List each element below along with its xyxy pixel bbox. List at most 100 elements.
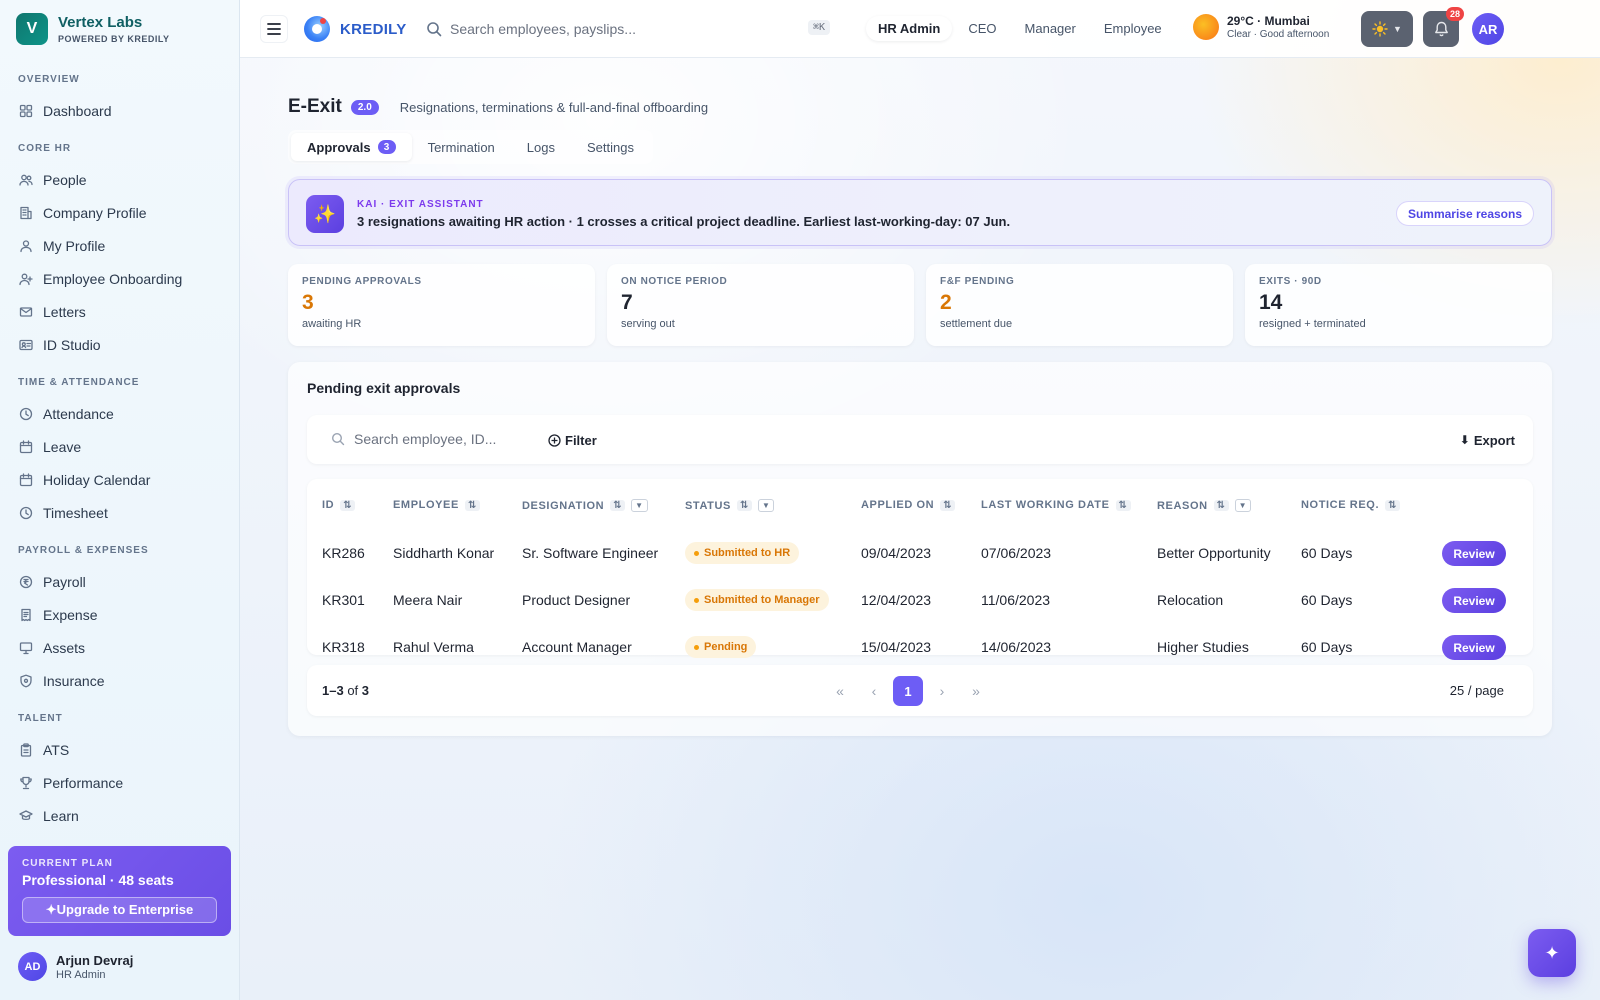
stat-value: 3 — [302, 291, 314, 314]
sidebar-item-holiday-calendar[interactable]: Holiday Calendar — [0, 463, 239, 496]
sidebar-item-label: My Profile — [43, 237, 106, 254]
nav-section-title: CORE HR — [18, 143, 72, 154]
plan-name: Professional · 48 seats — [22, 872, 174, 888]
sort-icon[interactable]: ⇅ — [340, 499, 356, 511]
building-icon — [20, 206, 32, 219]
sort-icon[interactable]: ⇅ — [940, 499, 956, 511]
avatar[interactable]: AR — [1472, 13, 1504, 45]
sidebar-item-id-studio[interactable]: ID Studio — [0, 328, 239, 361]
tab-settings[interactable]: Settings — [571, 133, 650, 161]
cell-applied: 12/04/2023 — [861, 592, 932, 608]
notifications-button[interactable]: 28 — [1423, 7, 1464, 47]
tab-label: Settings — [586, 139, 634, 155]
bell-icon — [1434, 21, 1448, 37]
sidebar-item-performance[interactable]: Performance — [0, 766, 239, 799]
column-header[interactable]: APPLIED ON ⇅ — [861, 499, 956, 511]
stat-subtext: settlement due — [940, 318, 1013, 330]
sidebar-item-ats[interactable]: ATS — [0, 733, 239, 766]
page-button[interactable]: 1 — [893, 676, 923, 706]
sort-icon[interactable]: ⇅ — [1115, 499, 1131, 511]
tab-logs[interactable]: Logs — [511, 133, 571, 161]
role-tab-manager[interactable]: Manager — [1013, 16, 1088, 41]
column-header[interactable]: EMPLOYEE ⇅ — [393, 499, 480, 511]
stat-value: 2 — [940, 291, 952, 314]
sort-icon[interactable]: ⇅ — [1213, 500, 1229, 511]
product-logo[interactable]: KREDILY — [304, 16, 407, 42]
column-filter-icon[interactable]: ▼ — [631, 499, 648, 512]
page-size-select[interactable]: 25 / page — [1450, 683, 1504, 698]
sidebar-item-attendance[interactable]: Attendance — [0, 397, 239, 430]
sort-icon[interactable]: ⇅ — [736, 500, 752, 511]
role-switcher: HR Admin CEO Manager Employee — [866, 16, 1178, 41]
theme-toggle-button[interactable]: ▼ — [1361, 11, 1413, 47]
sort-icon[interactable]: ⇅ — [1385, 499, 1401, 511]
column-header[interactable]: STATUS ⇅ ▼ — [685, 499, 775, 512]
review-button[interactable]: Review — [1442, 541, 1506, 566]
filter-button[interactable]: Filter — [548, 428, 597, 452]
role-tab-hr-admin[interactable]: HR Admin — [866, 16, 953, 41]
sidebar-item-payroll[interactable]: Payroll — [0, 565, 239, 598]
role-tab-ceo[interactable]: CEO — [956, 16, 1008, 41]
sidebar-item-my-profile[interactable]: My Profile — [0, 229, 239, 262]
brand-name: Vertex Labs — [58, 13, 143, 31]
sidebar-item-employee-onboarding[interactable]: Employee Onboarding — [0, 262, 239, 295]
brand[interactable]: V Vertex Labs POWERED BY KREDILY — [16, 13, 170, 45]
sidebar-item-label: Employee Onboarding — [43, 270, 183, 287]
next-page-button[interactable]: › — [927, 676, 957, 706]
tab-approvals[interactable]: Approvals 3 — [291, 133, 412, 161]
sidebar-item-insurance[interactable]: Insurance — [0, 664, 239, 697]
sort-icon[interactable]: ⇅ — [464, 499, 480, 511]
sidebar-item-learn[interactable]: Learn — [0, 799, 239, 832]
sidebar-item-pulse-xp[interactable]: Pulse & XP — [0, 832, 239, 837]
exit-approvals-card: Pending exit approvals Filter ⬇ Export I… — [288, 362, 1552, 736]
last-page-button[interactable]: » — [961, 676, 991, 706]
menu-toggle-button[interactable] — [260, 15, 288, 43]
export-button[interactable]: ⬇ Export — [1460, 428, 1515, 452]
sidebar-item-people[interactable]: People — [0, 163, 239, 196]
sidebar-item-expense[interactable]: Expense — [0, 598, 239, 631]
sidebar-item-leave[interactable]: Leave — [0, 430, 239, 463]
current-user[interactable]: AD Arjun Devraj HR Admin — [18, 952, 133, 981]
clock-icon — [19, 506, 33, 519]
table-search-input[interactable] — [354, 428, 534, 450]
sidebar-item-label: ID Studio — [43, 336, 101, 353]
upgrade-button[interactable]: ✦Upgrade to Enterprise — [22, 897, 217, 923]
clipboard-icon — [20, 742, 32, 757]
table-row[interactable]: KR301 Meera Nair Product Designer Submitted… — [307, 576, 1533, 624]
summarise-reasons-button[interactable]: Summarise reasons — [1395, 201, 1534, 226]
column-header[interactable]: ID ⇅ — [322, 499, 356, 511]
table-toolbar: Filter ⬇ Export — [307, 415, 1533, 464]
sidebar-item-company-profile[interactable]: Company Profile — [0, 196, 239, 229]
prev-page-button[interactable]: ‹ — [859, 676, 889, 706]
status-badge: Pending — [685, 636, 757, 658]
tab-termination[interactable]: Termination — [412, 133, 511, 161]
column-header[interactable]: REASON ⇅ ▼ — [1157, 499, 1252, 512]
sort-icon[interactable]: ⇅ — [610, 500, 626, 511]
review-button[interactable]: Review — [1442, 635, 1506, 660]
stat-card: EXITS · 90D 14 resigned + terminated — [1245, 264, 1552, 346]
ai-assistant-fab[interactable]: ✦ — [1528, 929, 1576, 977]
review-button[interactable]: Review — [1442, 588, 1506, 613]
table-row[interactable]: KR318 Rahul Verma Account Manager Pending 15… — [307, 623, 1533, 671]
column-header[interactable]: LAST WORKING DATE ⇅ — [981, 499, 1131, 511]
column-header[interactable]: DESIGNATION ⇅ ▼ — [522, 499, 648, 512]
sidebar-item-letters[interactable]: Letters — [0, 295, 239, 328]
first-page-button[interactable]: « — [825, 676, 855, 706]
table-row[interactable]: KR286 Siddharth Konar Sr. Software Enginee… — [307, 529, 1533, 577]
sidebar-item-timesheet[interactable]: Timesheet — [0, 496, 239, 529]
graduation-icon — [19, 809, 33, 820]
sidebar-item-label: Performance — [43, 774, 124, 791]
role-tab-employee[interactable]: Employee — [1092, 16, 1174, 41]
sidebar-item-assets[interactable]: Assets — [0, 631, 239, 664]
weather-widget: 29°C · Mumbai Clear · Good afternoon — [1193, 14, 1329, 40]
sun-icon — [1372, 21, 1388, 37]
range-text: 1–3 — [322, 683, 344, 698]
column-header[interactable]: NOTICE REQ. ⇅ — [1301, 499, 1401, 511]
cell-lwd: 14/06/2023 — [981, 639, 1052, 655]
column-filter-icon[interactable]: ▼ — [1234, 499, 1252, 512]
global-search-input[interactable] — [450, 21, 790, 37]
sidebar-item-dashboard[interactable]: Dashboard — [0, 94, 239, 127]
column-filter-icon[interactable]: ▼ — [757, 499, 775, 512]
cell-applied: 09/04/2023 — [861, 545, 932, 561]
stat-card: F&F PENDING 2 settlement due — [926, 264, 1233, 346]
